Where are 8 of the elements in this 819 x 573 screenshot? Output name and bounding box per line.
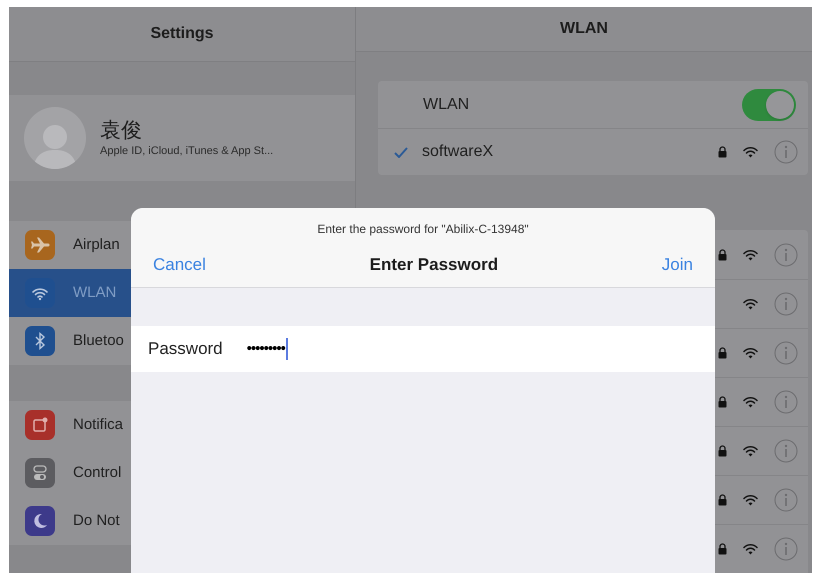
nav-title: WLAN [560,19,608,40]
dialog-title: Enter Password [370,254,498,276]
nav-title: Settings [150,24,214,44]
profile-subtitle: Apple ID, iCloud, iTunes & App St... [100,144,274,159]
profile-name: 袁俊 [100,116,143,143]
wlan-label: WLAN [423,94,470,115]
dialog-prompt: Enter the password for "Abilix-C-13948" [316,221,530,238]
password-label: Password [148,338,223,360]
